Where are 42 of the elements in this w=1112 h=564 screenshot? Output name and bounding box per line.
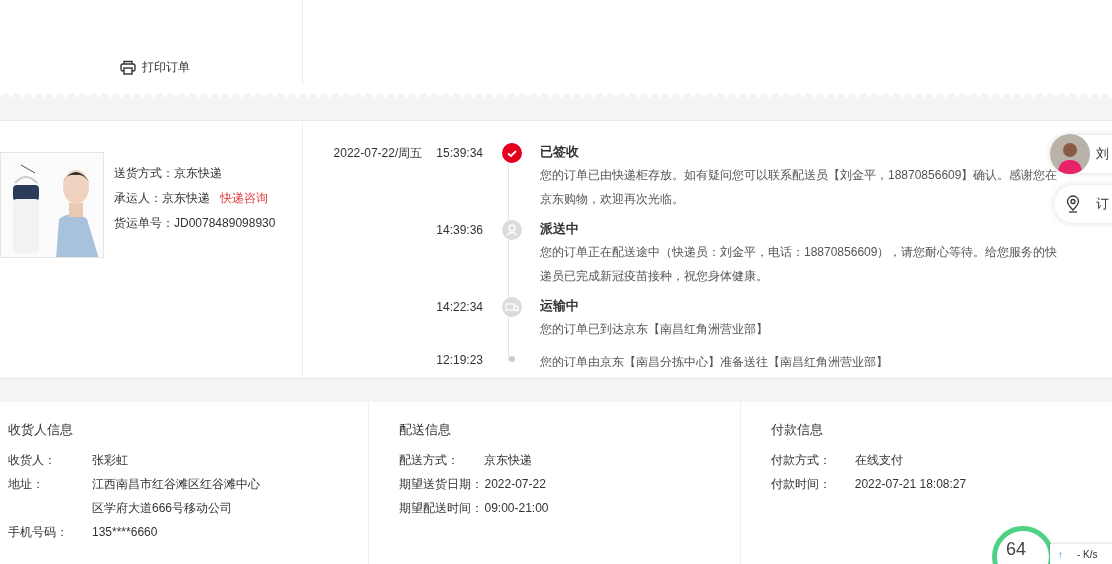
speed-rate: - K/s [1077, 547, 1098, 562]
tracking-message: 您的订单已到达京东【南昌红角洲营业部】 [540, 321, 769, 338]
tracking-time: 12:19:23 [436, 352, 483, 367]
info-label: 地址： [8, 476, 45, 493]
printer-icon [120, 59, 136, 75]
info-label: 手机号码： [8, 524, 69, 541]
info-value: 135****6660 [92, 524, 159, 541]
info-label: 付款时间： [770, 476, 832, 493]
info-label: 付款方式： [770, 452, 832, 469]
consult-link[interactable]: 快递咨询 [220, 189, 268, 207]
tracking-date: 2022-07-22/周五 [333, 145, 423, 162]
tracking-status: 派送中 [540, 220, 580, 238]
info-value: 江西南昌市红谷滩区红谷滩中心区学府大道666号移动公司 [92, 476, 261, 517]
shipment-info: 货运单号：JD0078489098930 [114, 215, 276, 232]
float-button[interactable]: 订 [1054, 185, 1112, 223]
info-value: 2022-07-21 18:08:27 [854, 476, 968, 493]
section-title: 收货人信息 [8, 422, 74, 438]
check-icon [501, 143, 522, 163]
tracking-status: 运输中 [540, 297, 580, 315]
info-value: 京东快递 [484, 452, 534, 469]
info-value: 张彩虹 [92, 452, 129, 469]
info-label: 期望配送时间： [399, 500, 485, 517]
shipment-info: 承运人：京东快递 [114, 190, 210, 207]
info-value: 2022-07-22 [484, 476, 547, 493]
section-title: 配送信息 [399, 422, 453, 438]
tracking-status: 已签收 [540, 143, 580, 161]
section-title: 付款信息 [770, 422, 824, 438]
info-label: 配送方式： [399, 452, 461, 469]
info-label: 期望送货日期： [399, 476, 485, 493]
location-icon [1066, 195, 1080, 213]
tracking-message: 您的订单正在配送途中（快递员：刘金平，电话：18870856609），请您耐心等待。给您服务的快递员已完成新冠疫苗接种，祝您身体健康。 [540, 244, 1059, 285]
tracking-time: 14:22:34 [436, 299, 483, 316]
tracking-time: 14:39:36 [436, 222, 483, 239]
info-value: 在线支付 [854, 452, 904, 469]
tracking-time: 15:39:34 [436, 145, 483, 162]
timeline-dot [508, 356, 515, 362]
print-button[interactable]: 打印订单 [120, 58, 190, 76]
info-label: 收货人： [8, 452, 57, 469]
info-value: 09:00-21:00 [484, 500, 550, 517]
upload-arrow: ↑ [1058, 547, 1063, 562]
shipment-info: 送货方式：京东快递 [114, 165, 222, 182]
tracking-message: 您的订单由京东【南昌分拣中心】准备送往【南昌红角洲营业部】 [540, 354, 889, 367]
